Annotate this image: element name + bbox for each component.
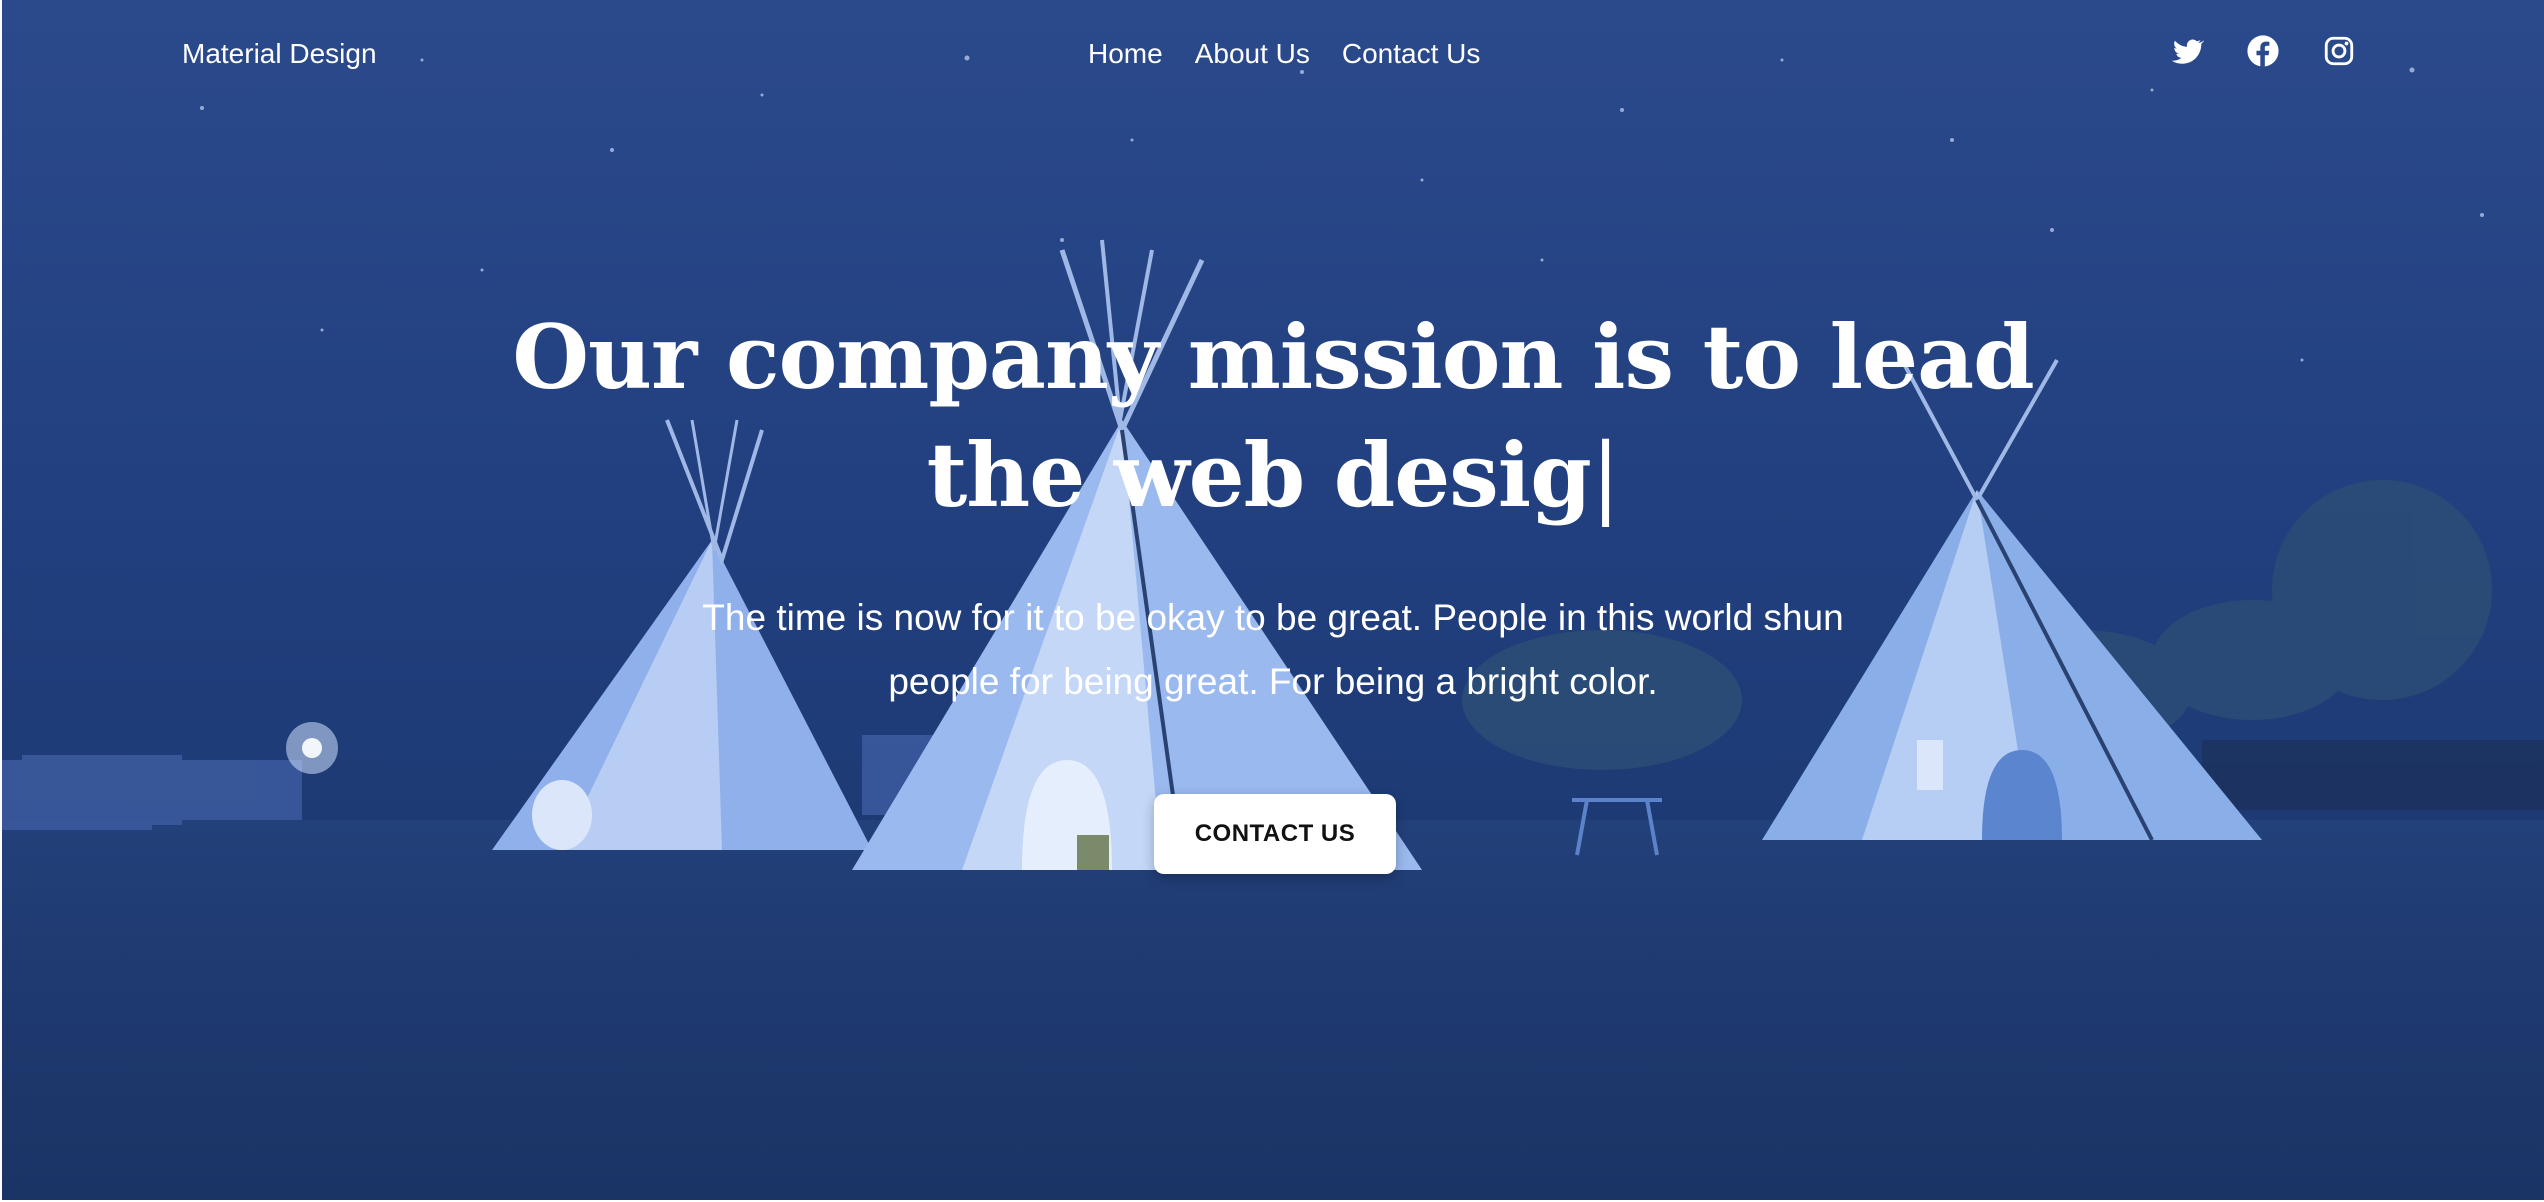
headline-line-2: the web desig| xyxy=(2,416,2544,535)
brand-logo[interactable]: Material Design xyxy=(182,38,377,70)
facebook-icon[interactable] xyxy=(2246,34,2280,68)
hero-section: Material Design Home About Us Contact Us… xyxy=(2,0,2544,1200)
hero-subtitle: The time is now for it to be okay to be … xyxy=(2,586,2544,714)
nav-about-us-link[interactable]: About Us xyxy=(1195,38,1310,70)
typing-cursor: | xyxy=(1590,424,1621,527)
nav-contact-us-link[interactable]: Contact Us xyxy=(1342,38,1481,70)
social-links xyxy=(2170,34,2356,68)
contact-us-button[interactable]: CONTACT US xyxy=(1154,794,1396,874)
twitter-icon[interactable] xyxy=(2170,34,2204,68)
instagram-icon[interactable] xyxy=(2322,34,2356,68)
navbar: Material Design Home About Us Contact Us xyxy=(182,30,2394,80)
nav-links: Home About Us Contact Us xyxy=(1088,38,1512,70)
nav-home-link[interactable]: Home xyxy=(1088,38,1163,70)
subtitle-line-2: people for being great. For being a brig… xyxy=(888,661,1658,702)
headline-typed-text: the web desig xyxy=(926,423,1592,527)
hero-headline: Our company mission is to lead the web d… xyxy=(2,298,2544,535)
subtitle-line-1: The time is now for it to be okay to be … xyxy=(702,597,1844,638)
headline-line-1: Our company mission is to lead xyxy=(512,305,2034,409)
